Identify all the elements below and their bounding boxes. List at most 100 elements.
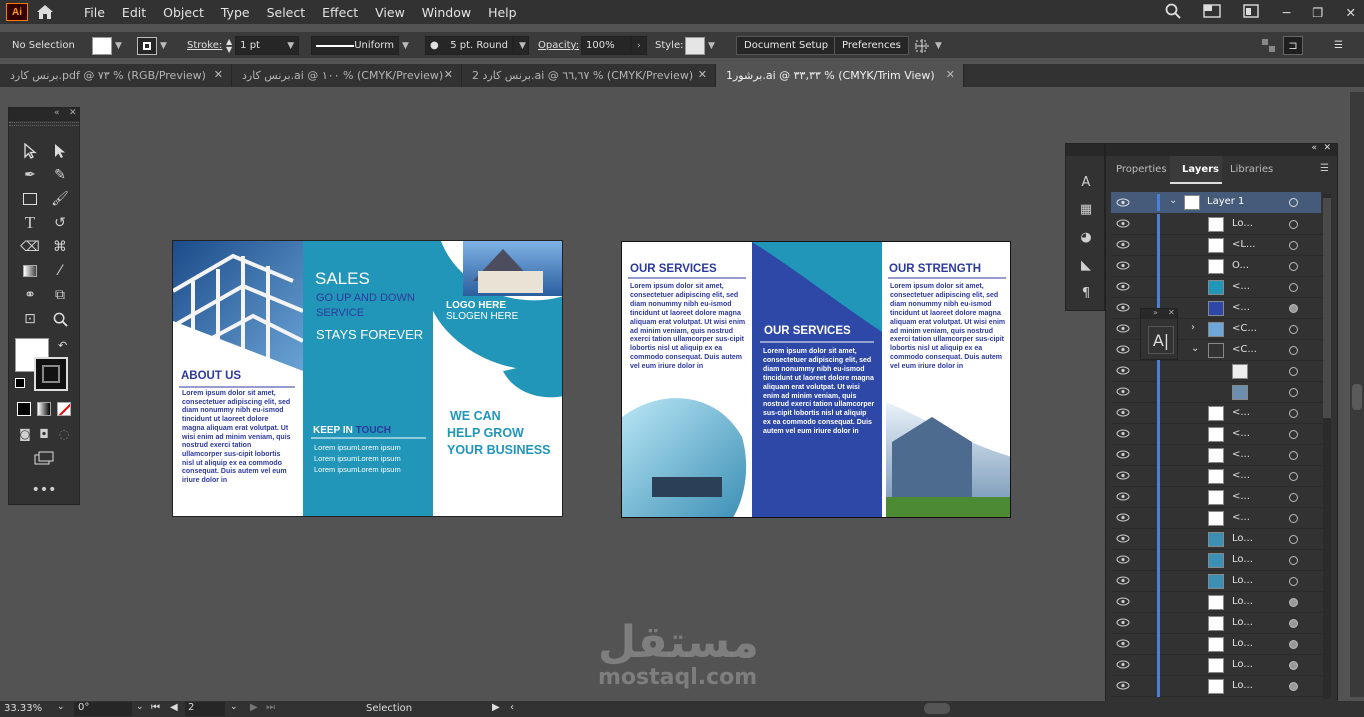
- eye-icon[interactable]: [1116, 240, 1130, 249]
- zoom-level[interactable]: 33.33%: [4, 703, 42, 714]
- eye-icon[interactable]: [1116, 492, 1130, 501]
- close-icon[interactable]: ✕: [1323, 143, 1331, 153]
- vertical-scrollbar[interactable]: [1350, 92, 1364, 697]
- swap-colors-icon[interactable]: ↶: [58, 339, 67, 352]
- target-icon[interactable]: [1289, 640, 1298, 649]
- blend-tool-icon[interactable]: ⚭: [19, 285, 41, 305]
- layer-item-name[interactable]: <...: [1232, 449, 1250, 460]
- layer-item-name[interactable]: Lo...: [1232, 659, 1253, 670]
- close-icon[interactable]: ✕: [1168, 308, 1175, 317]
- layer-item-name[interactable]: <...: [1232, 512, 1250, 523]
- eye-icon[interactable]: [1116, 408, 1130, 417]
- shape-builder-tool-icon[interactable]: ⧉: [49, 285, 71, 305]
- gradient-panel-icon[interactable]: ◣: [1075, 255, 1097, 275]
- layer-sublayer-row[interactable]: <...: [1111, 508, 1326, 529]
- eye-icon[interactable]: [1116, 429, 1130, 438]
- tab-document-4[interactable]: برشور1.ai @ ٣٣,٣٣ % (CMYK/Trim View) ✕: [716, 64, 964, 87]
- panel-menu-icon[interactable]: ☰: [1334, 36, 1343, 55]
- chevron-down-icon[interactable]: ⌄: [1191, 343, 1199, 354]
- target-icon[interactable]: [1289, 577, 1298, 586]
- layer-sublayer-row[interactable]: Lo...: [1111, 529, 1326, 550]
- layer-sublayer-row[interactable]: Lo...: [1111, 214, 1326, 235]
- eye-icon[interactable]: [1116, 324, 1130, 333]
- stroke-color-swatch[interactable]: [34, 357, 68, 391]
- minimize-icon[interactable]: ─: [1283, 5, 1291, 20]
- layer-sublayer-row[interactable]: <...: [1111, 445, 1326, 466]
- target-icon[interactable]: [1289, 661, 1298, 670]
- last-artboard-icon[interactable]: ⏭: [266, 702, 275, 713]
- home-icon[interactable]: [34, 3, 56, 21]
- eye-icon[interactable]: [1116, 219, 1130, 228]
- layer-sublayer-row[interactable]: <L...: [1111, 235, 1326, 256]
- layers-scrollbar[interactable]: [1323, 194, 1331, 699]
- eye-icon[interactable]: [1116, 471, 1130, 480]
- layer-item-name[interactable]: <C...: [1232, 344, 1257, 355]
- tab-layers[interactable]: Layers: [1170, 156, 1222, 184]
- layer-item-name[interactable]: <...: [1232, 428, 1250, 439]
- eye-icon[interactable]: [1116, 618, 1130, 627]
- target-icon[interactable]: [1289, 367, 1298, 376]
- stroke-label[interactable]: Stroke:: [187, 36, 222, 55]
- target-icon[interactable]: [1289, 556, 1298, 565]
- tab-libraries[interactable]: Libraries: [1230, 164, 1273, 175]
- eye-icon[interactable]: [1116, 387, 1130, 396]
- target-icon[interactable]: [1289, 535, 1298, 544]
- draw-behind-icon[interactable]: ◘: [33, 424, 55, 444]
- close-icon[interactable]: ✕: [69, 108, 77, 118]
- menu-select[interactable]: Select: [267, 5, 306, 20]
- target-icon[interactable]: [1289, 241, 1298, 250]
- layer-item-name[interactable]: Lo...: [1232, 617, 1253, 628]
- layer-item-name[interactable]: Lo...: [1232, 554, 1253, 565]
- arrange-icon[interactable]: ▼: [914, 36, 942, 55]
- tab-document-3[interactable]: برنس كارد 2.ai @ ٦٦,٦٧ % (CMYK/Preview) ✕: [462, 64, 716, 87]
- target-icon[interactable]: [1289, 682, 1298, 691]
- first-artboard-icon[interactable]: ⏮: [151, 702, 160, 713]
- target-icon[interactable]: [1289, 262, 1298, 271]
- search-icon[interactable]: [1165, 3, 1181, 22]
- eye-icon[interactable]: [1116, 366, 1130, 375]
- eye-icon[interactable]: [1116, 555, 1130, 564]
- layer-sublayer-row[interactable]: <...: [1111, 403, 1326, 424]
- chevron-down-icon[interactable]: ⌄: [1169, 195, 1177, 206]
- width-tool-icon[interactable]: ⌘: [49, 237, 71, 257]
- tab-document-1[interactable]: برنس كارد.pdf @ ٧٣ % (RGB/Preview) ✕: [0, 64, 232, 87]
- gradient-tool-icon[interactable]: [19, 261, 41, 281]
- color-palette-icon[interactable]: ◕: [1075, 227, 1097, 247]
- eye-icon[interactable]: [1116, 597, 1130, 606]
- target-icon[interactable]: [1289, 619, 1298, 628]
- eye-icon[interactable]: [1116, 660, 1130, 669]
- layer-name[interactable]: Layer 1: [1207, 196, 1244, 207]
- panel-menu-icon[interactable]: ☰: [1320, 163, 1329, 174]
- close-icon[interactable]: ✕: [698, 68, 707, 81]
- eye-icon[interactable]: [1116, 261, 1130, 270]
- eyedropper-tool-icon[interactable]: ⁄: [49, 261, 71, 281]
- layer-sublayer-row[interactable]: [1111, 361, 1326, 382]
- curvature-tool-icon[interactable]: ✎: [49, 165, 71, 185]
- layer-sublayer-row[interactable]: <...: [1111, 277, 1326, 298]
- pen-tool-icon[interactable]: ✒: [19, 165, 41, 185]
- style-swatch[interactable]: ▼: [685, 36, 715, 55]
- zoom-tool-icon[interactable]: [49, 309, 71, 329]
- paragraph-icon[interactable]: ¶: [1075, 283, 1097, 303]
- eye-icon[interactable]: [1116, 534, 1130, 543]
- layer-sublayer-row[interactable]: Lo...: [1111, 655, 1326, 676]
- layer-1-row[interactable]: ⌄ Layer 1: [1111, 192, 1321, 213]
- eye-icon[interactable]: [1116, 450, 1130, 459]
- default-colors-icon[interactable]: [15, 378, 25, 388]
- menu-help[interactable]: Help: [488, 5, 517, 20]
- fill-swatch[interactable]: ▼: [92, 36, 122, 55]
- tab-document-2[interactable]: برنس كارد.ai @ ١٠٠ % (CMYK/Preview) ✕: [232, 64, 462, 87]
- gradient-mode-icon[interactable]: [37, 402, 51, 416]
- target-icon[interactable]: [1289, 304, 1298, 313]
- collapse-icon[interactable]: »: [1153, 308, 1158, 317]
- layers-panel-header[interactable]: «✕: [1106, 143, 1337, 156]
- menu-object[interactable]: Object: [163, 5, 204, 20]
- chevron-down-icon[interactable]: ⌄: [230, 702, 238, 712]
- artboard-tool-icon[interactable]: ⊡: [19, 309, 41, 329]
- rotate-view-field[interactable]: 0°: [74, 702, 132, 716]
- screen-mode-icon[interactable]: [33, 448, 55, 468]
- target-icon[interactable]: [1289, 598, 1298, 607]
- artboard-brochure-inside[interactable]: OUR SERVICES Lorem ipsum dolor sit amet,…: [621, 241, 1011, 518]
- eye-icon[interactable]: [1116, 513, 1130, 522]
- artboard-number-field[interactable]: 2: [185, 702, 225, 716]
